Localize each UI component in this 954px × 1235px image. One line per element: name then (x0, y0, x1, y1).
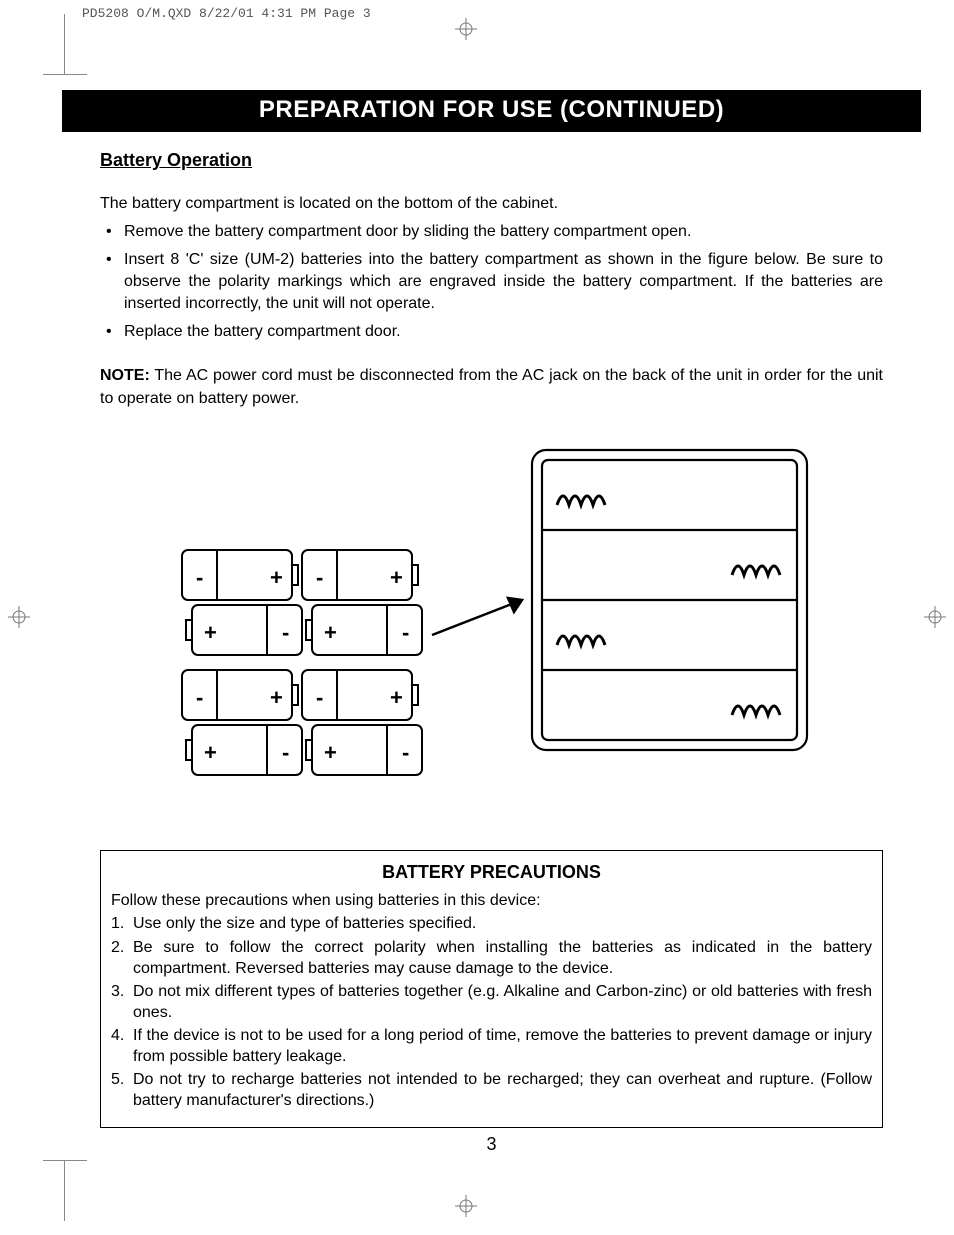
precautions-list: Use only the size and type of batteries … (111, 913, 872, 1111)
svg-text:+: + (270, 565, 283, 590)
precautions-intro: Follow these precautions when using batt… (111, 890, 872, 911)
svg-text:-: - (282, 740, 289, 765)
note-body: The AC power cord must be disconnected f… (100, 367, 883, 406)
note-text: NOTE: The AC power cord must be disconne… (100, 365, 883, 409)
svg-text:-: - (196, 565, 203, 590)
crop-mark-icon (43, 1161, 65, 1221)
page-title: PREPARATION FOR USE (CONTINUED) (62, 90, 921, 132)
svg-text:-: - (316, 685, 323, 710)
svg-text:-: - (402, 740, 409, 765)
battery-diagram: - + - + + - + - - + (172, 440, 812, 810)
list-item: Use only the size and type of batteries … (111, 913, 872, 934)
list-item: Replace the battery compartment door. (100, 321, 883, 343)
svg-text:-: - (282, 620, 289, 645)
svg-text:+: + (390, 565, 403, 590)
registration-mark-icon (455, 1195, 477, 1217)
svg-text:-: - (196, 685, 203, 710)
list-item: Do not mix different types of batteries … (111, 981, 872, 1023)
svg-text:+: + (270, 685, 283, 710)
svg-text:+: + (324, 620, 337, 645)
list-item: Remove the battery compartment door by s… (100, 221, 883, 243)
page-number: 3 (62, 1134, 921, 1155)
print-slug: PD5208 O/M.QXD 8/22/01 4:31 PM Page 3 (82, 6, 371, 21)
svg-text:-: - (316, 565, 323, 590)
intro-text: The battery compartment is located on th… (100, 193, 883, 215)
svg-text:-: - (402, 620, 409, 645)
bullet-list: Remove the battery compartment door by s… (100, 221, 883, 343)
svg-text:+: + (324, 740, 337, 765)
registration-mark-icon (455, 18, 477, 40)
page-content: PREPARATION FOR USE (CONTINUED) Battery … (62, 90, 921, 1155)
note-label: NOTE: (100, 367, 150, 384)
registration-mark-icon (924, 606, 946, 628)
list-item: If the device is not to be used for a lo… (111, 1025, 872, 1067)
list-item: Do not try to recharge batteries not int… (111, 1069, 872, 1111)
registration-mark-icon (8, 606, 30, 628)
body-content: The battery compartment is located on th… (100, 193, 883, 410)
section-heading: Battery Operation (100, 150, 921, 171)
svg-text:+: + (204, 740, 217, 765)
list-item: Insert 8 'C' size (UM-2) batteries into … (100, 249, 883, 315)
list-item: Be sure to follow the correct polarity w… (111, 937, 872, 979)
crop-mark-icon (43, 14, 65, 74)
svg-text:+: + (204, 620, 217, 645)
svg-text:+: + (390, 685, 403, 710)
precautions-title: BATTERY PRECAUTIONS (111, 861, 872, 885)
precautions-box: BATTERY PRECAUTIONS Follow these precaut… (100, 850, 883, 1129)
